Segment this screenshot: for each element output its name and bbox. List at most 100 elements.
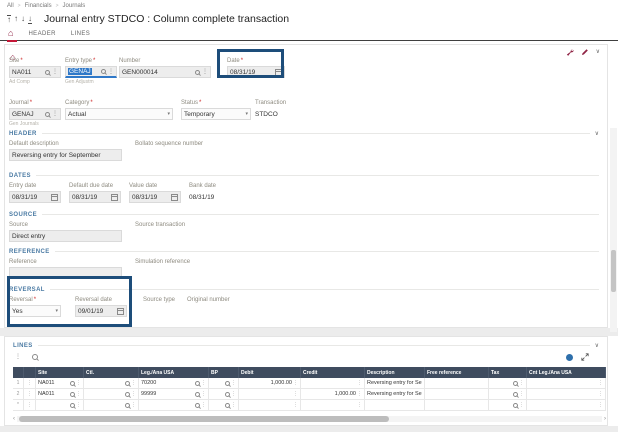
kebab-icon[interactable]: ⋮: [519, 380, 524, 386]
col-debit[interactable]: Debit: [239, 367, 301, 378]
tab-header[interactable]: HEADER: [28, 31, 55, 37]
search-icon[interactable]: [225, 392, 230, 397]
search-icon[interactable]: [70, 381, 75, 386]
tab-home[interactable]: ⌂: [8, 29, 13, 38]
cell-site[interactable]: NA011⋮: [36, 389, 84, 400]
kebab-icon[interactable]: ⋮: [76, 380, 81, 386]
breadcrumb-item-journals[interactable]: Journals: [63, 3, 86, 9]
default-due-date-input[interactable]: 08/31/19: [69, 191, 121, 203]
reference-input[interactable]: [9, 267, 122, 279]
kebab-icon[interactable]: ⋮: [108, 69, 114, 75]
search-icon[interactable]: [125, 381, 130, 386]
reversal-select[interactable]: Yes ▾: [9, 305, 61, 317]
scrollbar-thumb[interactable]: [611, 250, 616, 292]
row-drag-handle[interactable]: ⋮: [24, 389, 36, 400]
cell-tax[interactable]: ⋮: [489, 400, 527, 411]
col-bp[interactable]: BP: [209, 367, 239, 378]
kebab-icon[interactable]: ⋮: [201, 402, 206, 408]
search-icon[interactable]: [70, 403, 75, 408]
kebab-icon[interactable]: ⋮: [201, 380, 206, 386]
row-drag-handle[interactable]: ⋮: [24, 378, 36, 389]
search-icon[interactable]: [125, 392, 130, 397]
number-input[interactable]: GEN000014 ⋮: [119, 66, 211, 78]
status-select[interactable]: Temporary ▾: [181, 108, 251, 120]
cell-credit[interactable]: ⋮: [301, 378, 365, 389]
kebab-icon[interactable]: ⋮: [76, 402, 81, 408]
cell-ctl[interactable]: ⋮: [84, 389, 139, 400]
cell-site[interactable]: ⋮: [36, 400, 84, 411]
kebab-icon[interactable]: ⋮: [231, 380, 236, 386]
search-icon[interactable]: [225, 381, 230, 386]
edit-pencil-icon[interactable]: [581, 48, 589, 56]
customize-wrench-icon[interactable]: [566, 48, 574, 56]
kebab-icon[interactable]: ⋮: [598, 402, 603, 408]
scrollbar-track[interactable]: [17, 416, 602, 422]
kebab-icon[interactable]: ⋮: [357, 402, 362, 408]
kebab-icon[interactable]: ⋮: [598, 391, 603, 397]
col-description[interactable]: Description: [365, 367, 425, 378]
nav-first-record-icon[interactable]: ↑: [7, 15, 11, 24]
search-icon[interactable]: [195, 70, 200, 75]
cell-tax[interactable]: ⋮: [489, 378, 527, 389]
col-free-reference[interactable]: Free reference: [425, 367, 489, 378]
kebab-icon[interactable]: ⋮: [293, 391, 298, 397]
calendar-icon[interactable]: [171, 194, 178, 201]
cell-cnt-leg-ana[interactable]: ⋮: [527, 389, 606, 400]
kebab-icon[interactable]: ⋮: [201, 391, 206, 397]
calendar-icon[interactable]: [117, 308, 124, 315]
search-icon[interactable]: [32, 354, 38, 360]
kebab-icon[interactable]: ⋮: [519, 391, 524, 397]
search-icon[interactable]: [513, 381, 518, 386]
chevron-down-icon[interactable]: ∨: [595, 131, 599, 137]
col-tax[interactable]: Tax: [489, 367, 527, 378]
row-drag-handle[interactable]: ⋮: [24, 400, 36, 411]
source-input[interactable]: Direct entry: [9, 230, 122, 242]
kebab-icon[interactable]: ⋮: [293, 402, 298, 408]
nav-next-record-icon[interactable]: ↓: [21, 15, 25, 23]
cell-free-reference[interactable]: [425, 400, 489, 411]
cell-description[interactable]: Reversing entry for September: [365, 389, 425, 400]
cell-leg-ana[interactable]: ⋮: [139, 400, 209, 411]
kebab-icon[interactable]: ⋮: [131, 391, 136, 397]
nav-previous-record-icon[interactable]: ↑: [14, 15, 18, 23]
cell-leg-ana[interactable]: 99999⋮: [139, 389, 209, 400]
search-icon[interactable]: [513, 392, 518, 397]
entry-type-input[interactable]: GENAJ ⋮: [65, 66, 117, 78]
calendar-icon[interactable]: [275, 69, 282, 76]
kebab-icon[interactable]: ⋮: [15, 354, 21, 360]
globe-icon[interactable]: [566, 354, 573, 361]
cell-ctl[interactable]: ⋮: [84, 400, 139, 411]
default-description-input[interactable]: Reversing entry for September: [9, 149, 122, 161]
search-icon[interactable]: [195, 381, 200, 386]
tab-lines[interactable]: LINES: [71, 31, 90, 37]
col-ctl[interactable]: Ctl.: [84, 367, 139, 378]
cell-tax[interactable]: ⋮: [489, 389, 527, 400]
date-input[interactable]: 08/31/19: [227, 66, 285, 78]
cell-description[interactable]: [365, 400, 425, 411]
cell-free-reference[interactable]: [425, 389, 489, 400]
cell-bp[interactable]: ⋮: [209, 378, 239, 389]
kebab-icon[interactable]: ⋮: [357, 380, 362, 386]
search-icon[interactable]: [513, 403, 518, 408]
kebab-icon[interactable]: ⋮: [131, 380, 136, 386]
col-credit[interactable]: Credit: [301, 367, 365, 378]
search-icon[interactable]: [125, 403, 130, 408]
kebab-icon[interactable]: ⋮: [202, 69, 208, 75]
page-vertical-scrollbar[interactable]: [610, 128, 617, 332]
breadcrumb-item-all[interactable]: All: [7, 3, 14, 9]
kebab-icon[interactable]: ⋮: [52, 111, 58, 117]
cell-leg-ana[interactable]: 70200⋮: [139, 378, 209, 389]
scroll-left-icon[interactable]: ‹: [13, 416, 15, 422]
search-icon[interactable]: [101, 69, 106, 74]
kebab-icon[interactable]: ⋮: [519, 402, 524, 408]
kebab-icon[interactable]: ⋮: [231, 402, 236, 408]
kebab-icon[interactable]: ⋮: [357, 391, 362, 397]
col-cnt-leg-ana[interactable]: Cnt Leg./Ana USA: [527, 367, 606, 378]
calendar-icon[interactable]: [111, 194, 118, 201]
cell-credit[interactable]: 1,000.00⋮: [301, 389, 365, 400]
cell-bp[interactable]: ⋮: [209, 389, 239, 400]
cell-debit[interactable]: 1,000.00⋮: [239, 378, 301, 389]
chevron-down-icon[interactable]: ∨: [595, 343, 599, 349]
kebab-icon[interactable]: ⋮: [76, 391, 81, 397]
cell-debit[interactable]: ⋮: [239, 389, 301, 400]
